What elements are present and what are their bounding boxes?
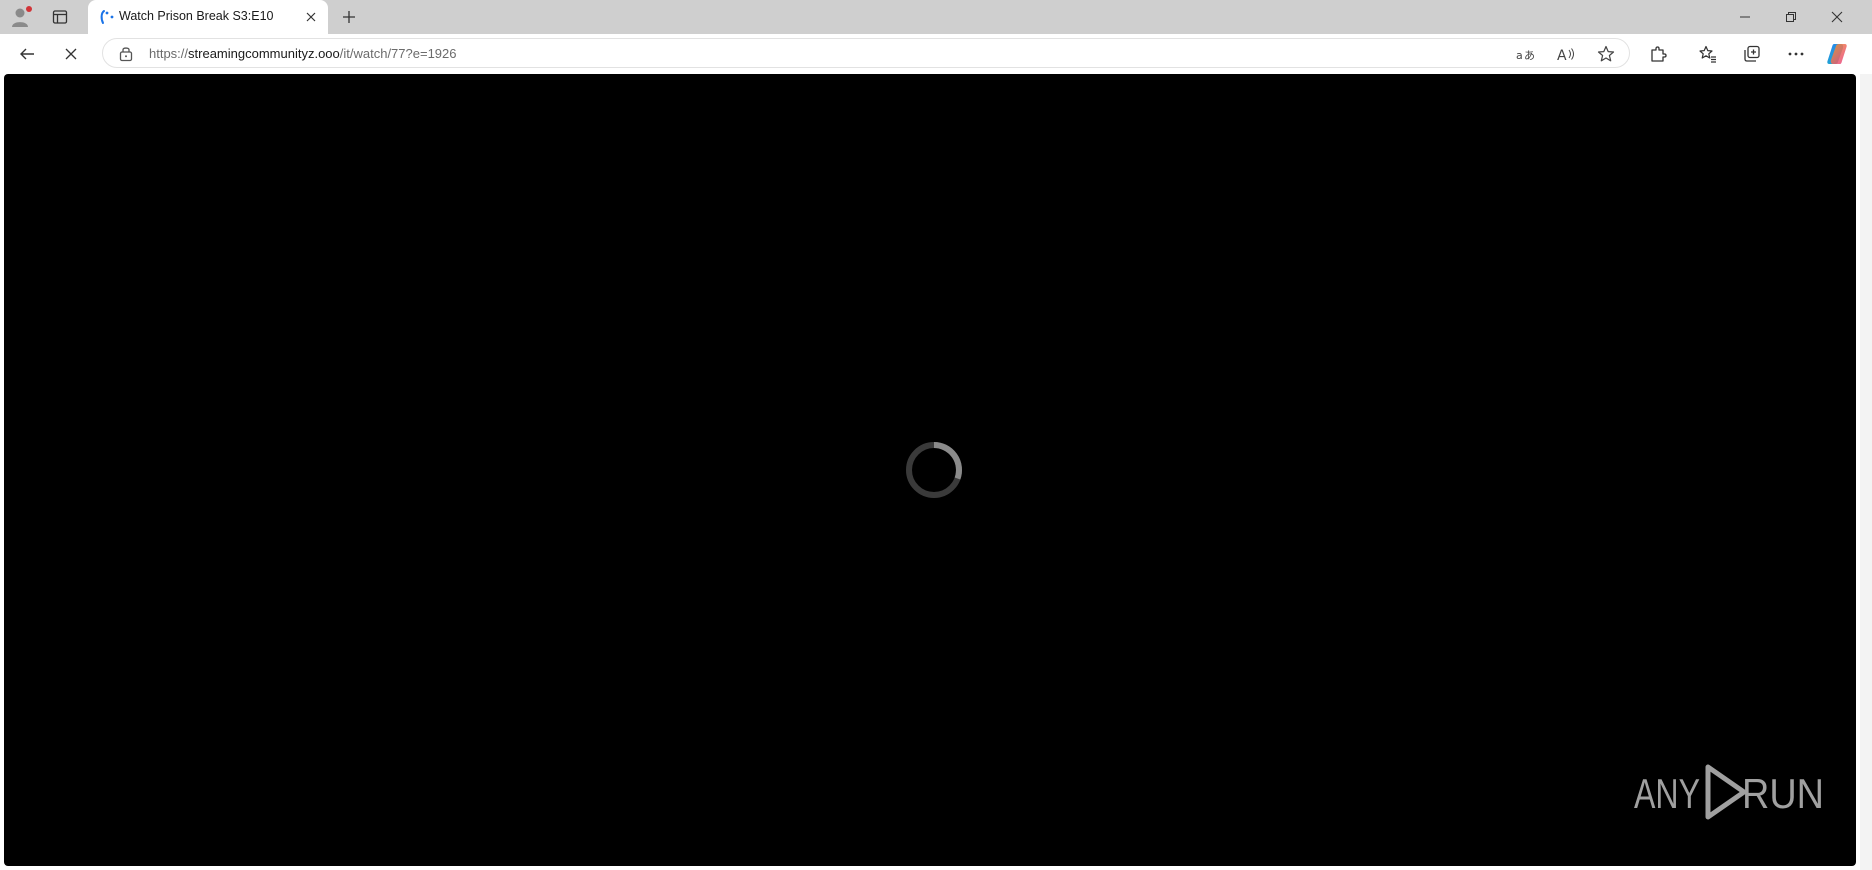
url-scheme: https:// xyxy=(149,46,189,61)
back-button[interactable] xyxy=(10,38,44,70)
favorites-button[interactable] xyxy=(1691,38,1725,70)
new-tab-button[interactable] xyxy=(334,2,364,32)
svg-text:a: a xyxy=(1516,49,1523,62)
tab-favicon xyxy=(100,10,114,24)
address-url[interactable]: https://streamingcommunityz.ooo/it/watch… xyxy=(149,46,457,61)
collections-icon xyxy=(1744,45,1760,62)
navigation-bar: https://streamingcommunityz.ooo/it/watch… xyxy=(0,34,1872,74)
anyrun-watermark: ANY RUN xyxy=(1632,759,1832,825)
svg-text:A: A xyxy=(1557,48,1567,62)
star-icon xyxy=(1597,45,1615,62)
url-host: streamingcommunityz.ooo xyxy=(188,46,340,61)
loading-spinner xyxy=(906,442,962,498)
lock-icon[interactable] xyxy=(118,45,134,62)
stop-loading-icon xyxy=(65,48,77,60)
more-icon xyxy=(1788,52,1804,56)
tab-actions-button[interactable] xyxy=(42,2,78,32)
tab-title: Watch Prison Break S3:E10 xyxy=(119,9,274,23)
active-tab[interactable]: Watch Prison Break S3:E10 xyxy=(88,0,328,34)
url-path: /it/watch/77?e=1926 xyxy=(339,46,457,61)
read-aloud-icon: A xyxy=(1557,48,1574,62)
read-aloud-button[interactable]: A xyxy=(1553,42,1579,66)
favorite-button[interactable] xyxy=(1593,42,1619,66)
profile-button[interactable] xyxy=(4,2,40,32)
tab-bar: Watch Prison Break S3:E10 xyxy=(0,0,1872,34)
favorites-icon xyxy=(1699,45,1716,63)
translate-button[interactable]: a あ xyxy=(1513,42,1539,66)
restore-button[interactable] xyxy=(1768,0,1814,34)
anyrun-logo: ANY RUN xyxy=(1634,764,1824,820)
translate-icon: a あ xyxy=(1516,49,1535,62)
collections-button[interactable] xyxy=(1735,38,1769,70)
restore-icon xyxy=(1786,12,1796,22)
plus-icon xyxy=(343,11,355,23)
extensions-button[interactable] xyxy=(1641,38,1675,70)
minimize-button[interactable] xyxy=(1722,0,1768,34)
address-bar[interactable]: https://streamingcommunityz.ooo/it/watch… xyxy=(102,38,1630,68)
svg-text:ANY: ANY xyxy=(1634,770,1700,817)
profile-icon xyxy=(12,6,32,27)
copilot-button[interactable] xyxy=(1820,38,1854,70)
page-scrollbar[interactable] xyxy=(1860,74,1872,870)
back-arrow-icon xyxy=(20,48,34,60)
close-icon xyxy=(306,12,316,22)
extensions-icon xyxy=(1651,46,1667,62)
window-close-icon xyxy=(1831,11,1843,23)
tab-actions-icon xyxy=(52,10,68,24)
minimize-icon xyxy=(1740,16,1750,18)
stop-loading-button[interactable] xyxy=(54,38,88,70)
svg-text:RUN: RUN xyxy=(1742,770,1824,817)
settings-more-button[interactable] xyxy=(1779,38,1813,70)
copilot-icon xyxy=(1827,44,1847,64)
video-player[interactable]: ANY RUN xyxy=(4,74,1856,866)
window-close-button[interactable] xyxy=(1814,0,1860,34)
tab-close-button[interactable] xyxy=(302,8,320,26)
page-content: ANY RUN xyxy=(0,74,1872,870)
svg-text:あ: あ xyxy=(1524,49,1535,62)
